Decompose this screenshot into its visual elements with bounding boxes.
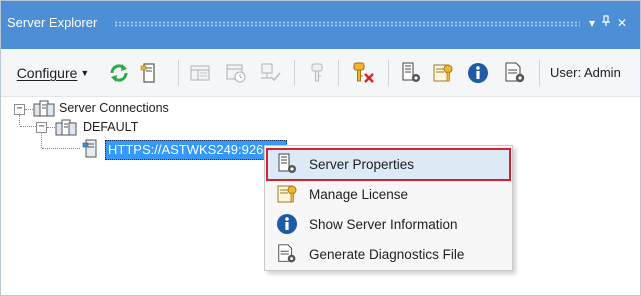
dropdown-arrow-icon[interactable]: ▾	[585, 13, 599, 33]
menu-item-show-server-information[interactable]: Show Server Information	[268, 210, 509, 239]
panel-button[interactable]	[188, 61, 212, 85]
diagnostics-icon	[505, 62, 525, 83]
context-menu: Server Properties Manage License Show Se…	[264, 145, 513, 271]
info-icon	[277, 214, 297, 234]
toolbar-separator	[178, 60, 179, 86]
server-icon	[82, 139, 97, 158]
server-explorer-panel: Server Explorer ▾ ✕ Configure ▼ User: Ad…	[0, 0, 641, 296]
menu-item-server-properties[interactable]: Server Properties	[266, 148, 511, 181]
current-user-label: User: Admin	[550, 65, 621, 80]
refresh-icon	[110, 64, 128, 82]
schedule-button[interactable]	[223, 61, 249, 85]
chevron-down-icon: ▼	[80, 68, 90, 78]
configure-button[interactable]: Configure ▼	[12, 61, 94, 85]
tree-server-node[interactable]: HTTPS://ASTWKS249:9260	[105, 140, 287, 160]
panel-icon	[190, 65, 210, 81]
tree-group-label[interactable]: DEFAULT	[83, 120, 138, 134]
info-icon	[468, 63, 488, 83]
calendar-clock-icon	[226, 64, 246, 83]
close-icon[interactable]: ✕	[615, 13, 629, 33]
license-button[interactable]	[431, 61, 455, 85]
server-check-button[interactable]	[257, 61, 283, 85]
add-server-button[interactable]	[138, 61, 160, 85]
tree-root-label[interactable]: Server Connections	[59, 101, 169, 115]
server-properties-icon	[402, 62, 420, 82]
title-bar: Server Explorer ▾ ✕	[1, 1, 640, 49]
toolbar-separator	[338, 60, 339, 86]
server-properties-button[interactable]	[399, 61, 423, 85]
configure-label: Configure	[16, 65, 78, 81]
pin-icon[interactable]	[599, 13, 613, 33]
menu-item-manage-license[interactable]: Manage License	[268, 180, 509, 209]
collapse-toggle[interactable]: −	[14, 104, 25, 115]
tree-connector	[41, 133, 43, 148]
toolbar-separator	[294, 60, 295, 86]
server-check-icon	[261, 63, 281, 82]
server-info-button[interactable]	[466, 61, 490, 85]
remove-key-button[interactable]	[349, 61, 377, 85]
collapse-toggle[interactable]: −	[36, 122, 47, 133]
server-group-icon	[55, 119, 77, 136]
tree-server-label: HTTPS://ASTWKS249:9260	[108, 142, 271, 157]
key-button[interactable]	[306, 61, 328, 85]
server-tower-icon	[140, 63, 155, 83]
license-icon	[433, 64, 453, 82]
toolbar: Configure ▼ User: Admin	[1, 49, 640, 97]
tree-connector	[25, 109, 33, 111]
tree-connector	[20, 126, 36, 128]
key-icon	[311, 63, 323, 82]
toolbar-separator	[539, 60, 540, 86]
tree-connector	[47, 127, 55, 129]
menu-item-generate-diagnostics-file[interactable]: Generate Diagnostics File	[268, 240, 509, 269]
refresh-button[interactable]	[107, 61, 131, 85]
license-icon	[277, 185, 297, 203]
diagnostics-icon	[278, 244, 296, 263]
key-delete-icon	[353, 62, 374, 83]
menu-item-label: Show Server Information	[309, 217, 458, 232]
server-properties-icon	[278, 153, 296, 173]
menu-item-label: Generate Diagnostics File	[309, 247, 465, 262]
tree-connector	[19, 115, 21, 125]
drag-grip[interactable]	[114, 21, 580, 27]
menu-item-label: Manage License	[309, 187, 409, 202]
diagnostics-button[interactable]	[502, 61, 528, 85]
tree-connector	[42, 148, 80, 150]
server-group-icon	[33, 100, 55, 117]
toolbar-separator	[388, 60, 389, 86]
window-title: Server Explorer	[7, 15, 98, 30]
menu-item-label: Server Properties	[309, 157, 415, 172]
